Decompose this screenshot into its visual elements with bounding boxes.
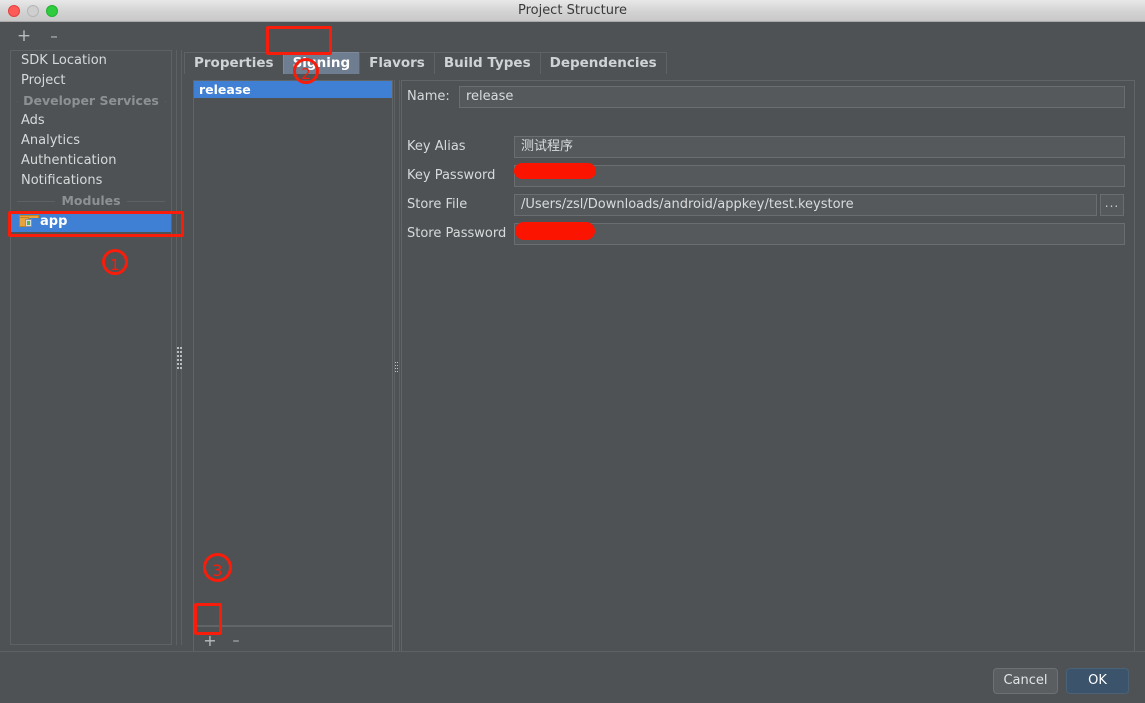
store-password-redaction [515, 222, 595, 240]
ok-button[interactable]: OK [1066, 668, 1129, 694]
splitter-grip-icon [395, 362, 400, 376]
sidebar-item-analytics[interactable]: Analytics [11, 131, 171, 151]
sidebar-item-project[interactable]: Project [11, 71, 171, 91]
sidebar-item-label: app [40, 214, 68, 229]
tab-bar: Properties Signing Flavors Build Types D… [184, 52, 667, 74]
remove-signing-config-button[interactable]: – [227, 632, 245, 650]
list-form-splitter[interactable] [394, 80, 400, 656]
key-alias-input[interactable]: 测试程序 [514, 136, 1125, 158]
store-file-input[interactable]: /Users/zsl/Downloads/android/appkey/test… [514, 194, 1097, 216]
window-title: Project Structure [517, 3, 628, 18]
list-item[interactable]: release [194, 81, 392, 98]
cancel-button[interactable]: Cancel [993, 668, 1058, 694]
key-password-input[interactable] [514, 165, 1125, 187]
signing-config-list: release [193, 80, 393, 626]
add-signing-config-button[interactable]: + [201, 632, 219, 650]
sidebar-group-label: Modules [61, 193, 121, 208]
sidebar-group-developer-services: Developer Services [11, 91, 171, 111]
sidebar-item-sdk-location[interactable]: SDK Location [11, 51, 171, 71]
tab-flavors[interactable]: Flavors [359, 52, 435, 74]
module-icon [19, 215, 39, 228]
store-password-input[interactable] [514, 223, 1125, 245]
sidebar-item-authentication[interactable]: Authentication [11, 151, 171, 171]
sidebar-item-notifications[interactable]: Notifications [11, 171, 171, 191]
name-label: Name: [407, 89, 450, 104]
tab-dependencies[interactable]: Dependencies [539, 52, 667, 74]
sidebar-splitter[interactable] [176, 50, 182, 645]
sidebar-group-modules: Modules [11, 191, 171, 211]
sidebar-group-label: Developer Services [23, 93, 159, 108]
window-titlebar: Project Structure [0, 0, 1145, 22]
name-input[interactable]: release [459, 86, 1125, 108]
add-module-button[interactable]: + [14, 26, 34, 46]
splitter-grip-icon [176, 345, 182, 375]
project-structure-dialog: Project Structure + – SDK Location Proje… [0, 0, 1145, 703]
store-file-browse-button[interactable]: ... [1100, 194, 1124, 216]
sidebar: SDK Location Project Developer Services … [10, 50, 172, 645]
sidebar-item-ads[interactable]: Ads [11, 111, 171, 131]
sidebar-item-app[interactable]: app [11, 211, 171, 232]
signing-config-form: Name: release Key Alias 测试程序 Key Passwor… [401, 80, 1135, 656]
tab-properties[interactable]: Properties [184, 52, 284, 74]
tab-build-types[interactable]: Build Types [433, 52, 541, 74]
remove-module-button[interactable]: – [44, 26, 64, 46]
dialog-footer: Cancel OK [0, 651, 1145, 703]
key-password-redaction [514, 163, 596, 179]
dialog-body: + – SDK Location Project Developer Servi… [0, 22, 1145, 656]
sidebar-toolbar: + – [0, 22, 178, 50]
key-alias-label: Key Alias [407, 139, 466, 154]
tab-signing[interactable]: Signing [282, 52, 361, 74]
key-password-label: Key Password [407, 168, 496, 183]
store-password-label: Store Password [407, 226, 507, 241]
store-file-label: Store File [407, 197, 468, 212]
